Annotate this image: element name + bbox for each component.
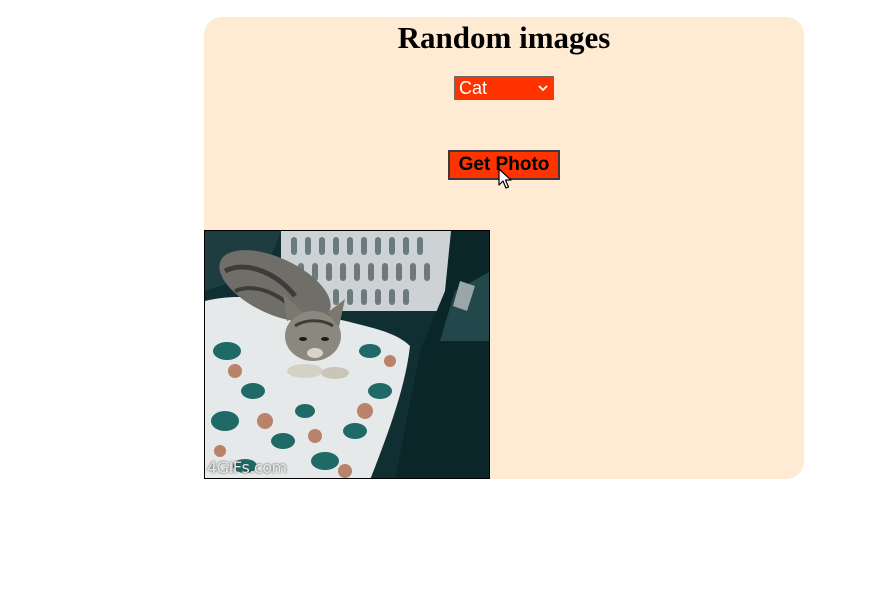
- photo-watermark: 4GIFs.com: [207, 458, 287, 477]
- get-photo-button[interactable]: Get Photo: [448, 150, 560, 180]
- random-images-card: Random images Cat Get Photo 4GIFs.com: [204, 17, 804, 479]
- random-photo: 4GIFs.com: [204, 230, 490, 479]
- kitten-photo-image: [205, 231, 489, 478]
- page-title: Random images: [397, 20, 611, 55]
- chevron-down-icon: [538, 85, 548, 92]
- category-select[interactable]: Cat: [454, 76, 554, 100]
- category-select-value: Cat: [459, 78, 488, 98]
